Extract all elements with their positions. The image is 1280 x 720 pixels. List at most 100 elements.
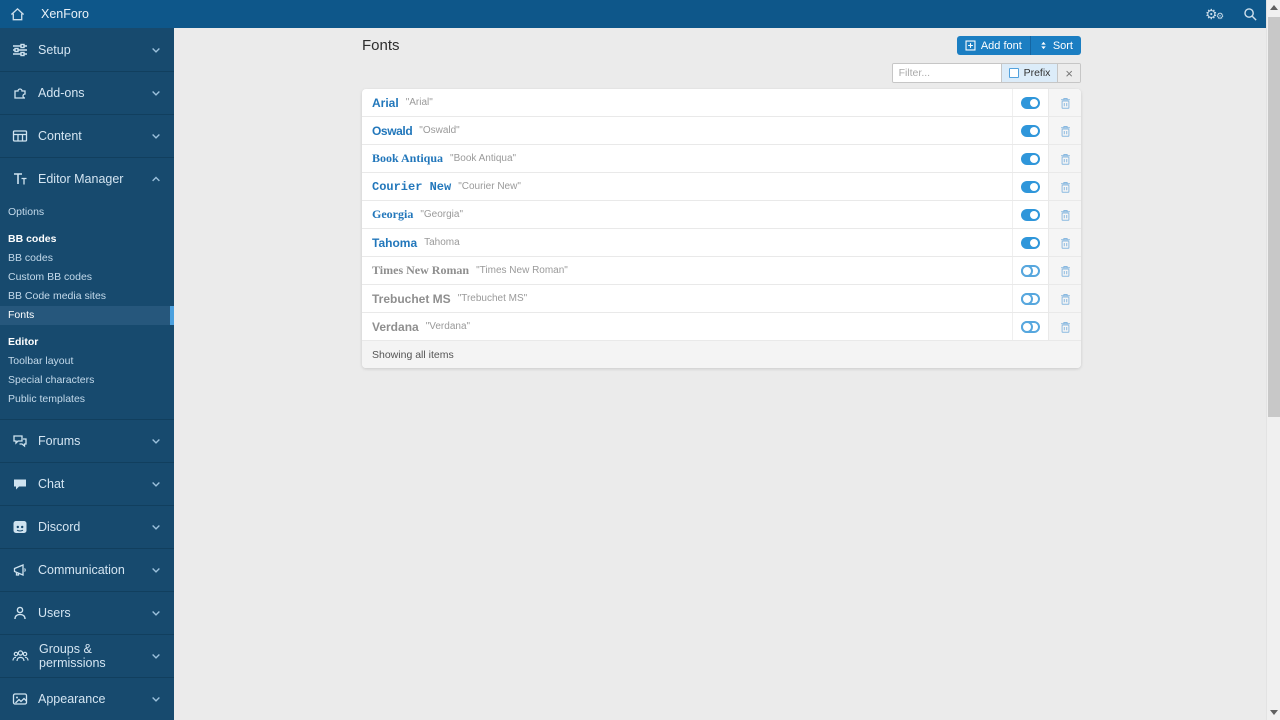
add-font-label: Add font [980,39,1022,52]
font-family-value: "Times New Roman" [476,265,568,276]
enable-toggle[interactable] [1021,124,1040,137]
submenu-item-public-templates[interactable]: Public templates [0,390,174,409]
submenu-header-bb-codes: BB codes [8,233,57,245]
font-link[interactable]: Verdana "Verdana" [362,313,1012,340]
chevron-down-icon [150,564,162,576]
font-name[interactable]: Trebuchet MS [372,292,451,306]
enable-toggle[interactable] [1021,292,1040,305]
font-link[interactable]: Oswald "Oswald" [362,117,1012,144]
scroll-down-arrow-icon[interactable] [1267,704,1280,720]
submenu-item-options[interactable]: Options [0,203,174,222]
sidebar-item-communication[interactable]: Communication [0,548,174,591]
enable-toggle[interactable] [1021,320,1040,333]
sidebar-item-forums[interactable]: Forums [0,419,174,462]
prefix-checkbox[interactable] [1008,68,1019,78]
sidebar-item-appearance[interactable]: Appearance [0,677,174,720]
delete-cell[interactable] [1048,285,1081,312]
settings-cogs-icon[interactable]: ⚙ ⚙ [1205,5,1229,23]
list-footer: Showing all items [362,341,1081,368]
sidebar-item-label: Content [38,129,82,143]
font-name[interactable]: Georgia [372,207,413,222]
scrollbar-thumb[interactable] [1268,17,1280,417]
trash-icon [1060,237,1070,249]
sidebar-item-users[interactable]: Users [0,591,174,634]
font-name[interactable]: Book Antiqua [372,151,443,166]
sidebar-item-label: Groups & permissions [39,642,106,670]
enable-toggle[interactable] [1021,208,1040,221]
chevron-down-icon [150,435,162,447]
font-link[interactable]: Book Antiqua "Book Antiqua" [362,145,1012,172]
filter-clear-button[interactable]: × [1057,64,1080,82]
sidebar-item-addons[interactable]: Add-ons [0,71,174,114]
font-link[interactable]: Courier New "Courier New" [362,173,1012,200]
brand-title[interactable]: XenForo [41,7,89,21]
submenu-item-fonts[interactable]: Fonts [0,306,174,325]
font-family-value: "Trebuchet MS" [457,293,528,304]
submenu-item-bb-code-media-sites[interactable]: BB Code media sites [0,287,174,306]
delete-cell[interactable] [1048,313,1081,340]
toggle-cell [1012,145,1048,172]
sidebar-item-chat[interactable]: Chat [0,462,174,505]
trash-icon [1060,293,1070,305]
delete-cell[interactable] [1048,201,1081,228]
toggle-cell [1012,201,1048,228]
submenu-item-custom-bb-codes[interactable]: Custom BB codes [0,268,174,287]
chevron-down-icon [150,478,162,490]
sidebar-item-discord[interactable]: Discord [0,505,174,548]
font-family-value: "Arial" [405,97,433,108]
font-name[interactable]: Times New Roman [372,263,469,278]
font-name[interactable]: Courier New [372,180,451,194]
font-link[interactable]: Times New Roman "Times New Roman" [362,257,1012,284]
font-row-verdana: Verdana "Verdana" [362,313,1081,341]
trash-icon [1060,97,1070,109]
submenu-item-bb-codes[interactable]: BB codes [0,249,174,268]
delete-cell[interactable] [1048,145,1081,172]
delete-cell[interactable] [1048,229,1081,256]
submenu-item-toolbar-layout[interactable]: Toolbar layout [0,352,174,371]
font-name[interactable]: Tahoma [372,236,417,250]
user-icon [12,605,28,621]
delete-cell[interactable] [1048,173,1081,200]
font-link[interactable]: Georgia "Georgia" [362,201,1012,228]
filter-input[interactable] [892,64,1001,82]
submenu-header-editor: Editor [8,336,39,348]
font-link[interactable]: Arial "Arial" [362,89,1012,116]
sort-button[interactable]: Sort [1029,36,1081,55]
font-link[interactable]: Trebuchet MS "Trebuchet MS" [362,285,1012,312]
font-row-arial: Arial "Arial" [362,89,1081,117]
font-name[interactable]: Oswald [372,124,413,138]
enable-toggle[interactable] [1021,152,1040,165]
add-font-button[interactable]: Add font [956,36,1030,55]
font-name[interactable]: Verdana [372,320,419,334]
font-name[interactable]: Arial [372,96,399,110]
delete-cell[interactable] [1048,89,1081,116]
chevron-down-icon [150,44,162,56]
enable-toggle[interactable] [1021,264,1040,277]
sidebar-item-setup[interactable]: Setup [0,28,174,71]
prefix-toggle[interactable]: Prefix [1000,64,1058,82]
main-content: Fonts Add font Sort Filter... Prefix × A… [362,28,1081,368]
sidebar-item-groups-permissions[interactable]: Groups & permissions [0,634,174,677]
submenu-item-special-characters[interactable]: Special characters [0,371,174,390]
sidebar-item-label: Chat [38,477,65,491]
toggle-cell [1012,257,1048,284]
sidebar-item-label: Add-ons [38,86,85,100]
sidebar-item-label: Editor Manager [38,172,124,186]
sidebar-item-label: Forums [38,434,81,448]
enable-toggle[interactable] [1021,236,1040,249]
font-link[interactable]: Tahoma Tahoma [362,229,1012,256]
delete-cell[interactable] [1048,117,1081,144]
home-icon[interactable] [10,7,25,22]
search-icon[interactable] [1243,7,1258,22]
chevron-down-icon [150,693,162,705]
font-family-value: "Georgia" [420,209,464,220]
scroll-up-arrow-icon[interactable] [1267,0,1280,16]
sidebar-item-content[interactable]: Content [0,114,174,157]
enable-toggle[interactable] [1021,180,1040,193]
delete-cell[interactable] [1048,257,1081,284]
enable-toggle[interactable] [1021,96,1040,109]
sort-label: Sort [1052,39,1073,52]
sidebar-item-editor-manager[interactable]: Editor Manager [0,157,174,200]
chevron-down-icon [150,130,162,142]
vertical-scrollbar[interactable] [1266,0,1280,720]
